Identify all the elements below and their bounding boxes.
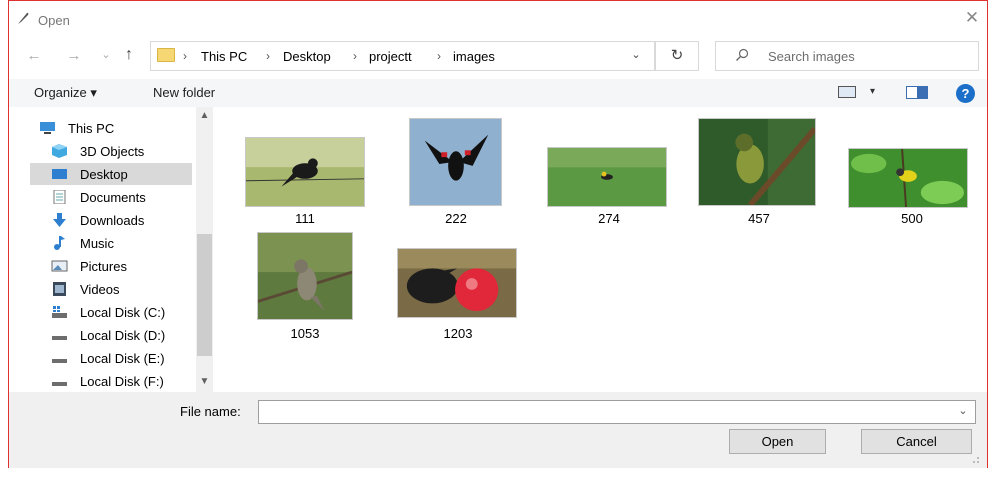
cube-icon (52, 144, 67, 158)
file-name-label[interactable]: 274 (549, 211, 669, 226)
image-thumbnail[interactable] (848, 148, 968, 208)
nav-item-local-disk-f[interactable]: Local Disk (F:) (30, 370, 190, 392)
drive-icon (52, 359, 67, 363)
forward-button[interactable]: → (65, 46, 83, 66)
up-button[interactable]: ↑ (120, 45, 138, 65)
image-thumbnail[interactable] (245, 137, 365, 207)
cancel-button[interactable]: Cancel (861, 429, 972, 454)
breadcrumb-separator: › (353, 49, 357, 63)
desktop-icon (52, 169, 67, 179)
open-button[interactable]: Open (729, 429, 826, 454)
scroll-up-icon[interactable]: ▲ (196, 108, 213, 124)
drive-icon (52, 336, 67, 340)
file-name-label[interactable]: 222 (396, 211, 516, 226)
file-name-label[interactable]: 500 (852, 211, 972, 226)
breadcrumb-images[interactable]: images (453, 49, 495, 64)
breadcrumb-desktop[interactable]: Desktop (283, 49, 331, 64)
file-name-field-label: File name: (180, 404, 241, 419)
view-options-dropdown[interactable]: ▾ (870, 86, 875, 97)
breadcrumb-separator: › (266, 49, 270, 63)
change-view-icon[interactable] (838, 86, 856, 98)
image-thumbnail[interactable] (409, 118, 502, 206)
breadcrumb-separator: › (183, 49, 187, 63)
close-icon[interactable]: ✕ (964, 9, 980, 26)
scroll-down-icon[interactable]: ▼ (196, 374, 213, 390)
breadcrumb-projectt[interactable]: projectt (369, 49, 412, 64)
nav-item-local-disk-d[interactable]: Local Disk (D:) (30, 324, 190, 346)
nav-item-3d-objects[interactable]: 3D Objects (30, 140, 190, 162)
image-thumbnail[interactable] (257, 232, 353, 320)
search-icon (736, 48, 749, 61)
videos-icon (53, 282, 66, 296)
nav-item-local-disk-c[interactable]: Local Disk (C:) (30, 301, 190, 323)
system-drive-icon (52, 306, 67, 318)
preview-pane-icon-fill (917, 87, 927, 98)
title-bar (9, 1, 987, 33)
image-thumbnail[interactable] (547, 147, 667, 207)
download-arrow-icon (53, 213, 66, 227)
breadcrumb-this-pc[interactable]: This PC (201, 49, 247, 64)
nav-item-downloads[interactable]: Downloads (30, 209, 190, 231)
file-name-input[interactable] (258, 400, 976, 424)
music-note-icon (54, 236, 65, 250)
nav-item-this-pc[interactable]: This PC (30, 117, 190, 139)
chevron-down-icon[interactable]: ⌄ (955, 404, 971, 420)
computer-icon (40, 122, 55, 134)
file-name-label[interactable]: 457 (699, 211, 819, 226)
documents-icon (53, 190, 66, 204)
search-input[interactable]: Search images (768, 49, 855, 64)
pictures-icon (51, 260, 68, 272)
folder-icon (157, 48, 175, 62)
drive-icon (52, 382, 67, 386)
resize-grip-icon[interactable] (968, 452, 980, 464)
file-name-label[interactable]: 1203 (398, 326, 518, 341)
nav-item-pictures[interactable]: Pictures (30, 255, 190, 277)
nav-item-desktop[interactable]: Desktop (30, 163, 192, 185)
nav-item-videos[interactable]: Videos (30, 278, 190, 300)
file-name-label[interactable]: 1053 (245, 326, 365, 341)
nav-item-local-disk-e[interactable]: Local Disk (E:) (30, 347, 190, 369)
nav-item-documents[interactable]: Documents (30, 186, 190, 208)
new-folder-button[interactable]: New folder (153, 85, 215, 100)
feather-icon (18, 12, 29, 24)
chevron-down-icon[interactable]: ⌄ (628, 46, 644, 64)
nav-scrollbar-thumb[interactable] (197, 234, 212, 356)
file-name-label[interactable]: 111 (245, 211, 365, 226)
refresh-button[interactable]: ↻ (655, 41, 699, 71)
image-thumbnail[interactable] (397, 248, 517, 318)
window-title: Open (38, 13, 70, 28)
breadcrumb-separator: › (437, 49, 441, 63)
recent-locations-button[interactable]: ⌄ (97, 45, 115, 65)
nav-item-music[interactable]: Music (30, 232, 190, 254)
organize-menu-button[interactable]: Organize ▾ (34, 85, 97, 101)
back-button[interactable]: ← (25, 46, 43, 66)
image-thumbnail[interactable] (698, 118, 816, 206)
help-icon[interactable]: ? (956, 84, 975, 103)
